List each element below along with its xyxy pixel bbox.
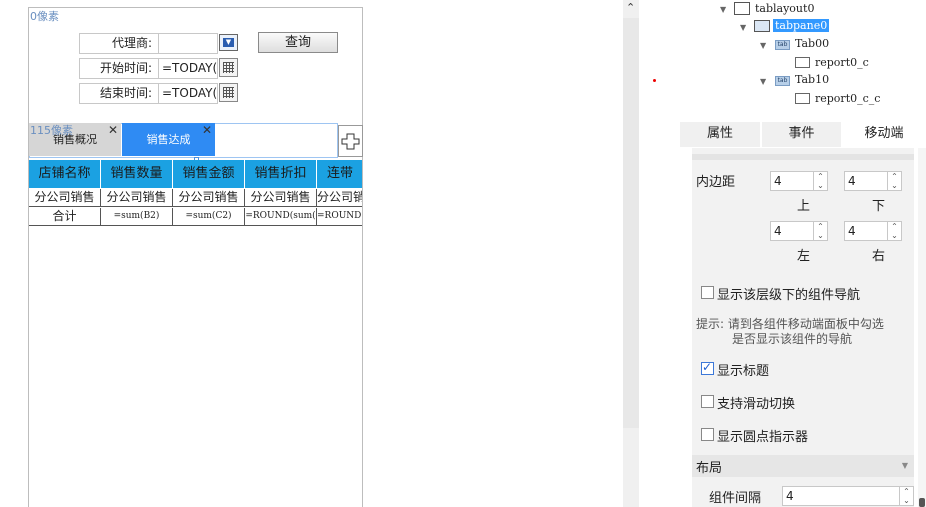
chevron-down-icon[interactable]: ▼: [902, 461, 908, 470]
calendar-icon[interactable]: [219, 83, 238, 102]
table-header: 销售数量: [101, 160, 173, 188]
error-dot: [653, 79, 656, 82]
show-title-checkbox[interactable]: [701, 360, 714, 375]
spin-value: 4: [786, 489, 794, 503]
layout-section-title: 布局: [696, 461, 723, 476]
table-cell[interactable]: =ROUND(: [317, 208, 362, 226]
dots-checkbox[interactable]: [701, 428, 714, 441]
spinner-arrows-icon[interactable]: ⌃ ⌄: [813, 222, 827, 240]
add-tab-button[interactable]: [338, 125, 363, 157]
table-header: 店铺名称: [29, 160, 101, 188]
spinner-arrows-icon[interactable]: ⌃ ⌄: [813, 172, 827, 190]
tab-mobile[interactable]: 移动端: [843, 122, 926, 147]
close-icon[interactable]: ✕: [202, 114, 212, 147]
table-cell[interactable]: =sum(C2): [173, 208, 245, 226]
tree-item-tab10[interactable]: Tab10: [795, 73, 829, 86]
spinner-arrows-icon[interactable]: ⌃ ⌄: [899, 487, 913, 505]
panel-scroll-thumb[interactable]: [919, 498, 925, 507]
padding-label: 内边距: [696, 175, 736, 190]
padding-bottom-caption: 下: [872, 199, 886, 214]
dots-label: 显示圆点指示器: [717, 430, 809, 445]
table-header: 销售折扣: [245, 160, 317, 188]
chevron-down-icon[interactable]: ▼: [760, 77, 766, 86]
padding-top-input[interactable]: 4 ⌃ ⌄: [770, 171, 828, 191]
tab-icon: tab: [775, 40, 790, 50]
report-icon: [795, 57, 810, 68]
panel-gap: [639, 0, 680, 507]
tree-item-report0-c[interactable]: report0_c: [815, 56, 869, 69]
close-icon[interactable]: ✕: [108, 114, 118, 147]
report-icon: [795, 93, 810, 104]
chevron-down-icon[interactable]: ▼: [720, 5, 726, 14]
tab-sales-achievement[interactable]: 销售达成 ✕: [122, 123, 215, 156]
settings-top-divider: [692, 154, 914, 160]
gap-label: 组件间隔: [709, 491, 762, 506]
tab-label: 销售达成: [146, 133, 191, 146]
table-header: 连带: [317, 160, 362, 188]
spinner-arrows-icon[interactable]: ⌃ ⌄: [887, 222, 901, 240]
start-time-label: 开始时间:: [79, 58, 159, 79]
tab-events[interactable]: 事件: [762, 122, 842, 147]
swipe-label: 支持滑动切换: [717, 397, 796, 412]
gap-input[interactable]: 4 ⌃ ⌄: [782, 486, 914, 506]
padding-bottom-input[interactable]: 4 ⌃ ⌄: [844, 171, 902, 191]
table-cell[interactable]: 分公司销售: [101, 189, 173, 207]
start-time-input[interactable]: =TODAY(: [158, 58, 218, 79]
spinner-arrows-icon[interactable]: ⌃ ⌄: [887, 172, 901, 190]
padding-left-caption: 左: [797, 249, 811, 264]
chevron-down-icon: ▼: [223, 38, 234, 47]
tree-item-tablayout0[interactable]: tablayout0: [755, 2, 814, 15]
show-nav-label: 显示该层级下的组件导航: [717, 288, 861, 303]
vertical-scrollbar[interactable]: ⌃: [623, 0, 639, 507]
plus-icon: [341, 133, 360, 150]
tablayout-icon: [734, 2, 750, 15]
table-header: 销售金额: [173, 160, 245, 188]
table-cell[interactable]: 分公司销售: [29, 189, 101, 207]
properties-panel: ▼ tablayout0 ▼ tabpane0 ▼ tab Tab00 repo…: [680, 0, 926, 507]
padding-right-input[interactable]: 4 ⌃ ⌄: [844, 221, 902, 241]
end-time-label: 结束时间:: [79, 83, 159, 104]
agent-label: 代理商:: [79, 33, 159, 54]
table-cell[interactable]: 分公司销售: [173, 189, 245, 207]
hint-line-1: 提示: 请到各组件移动端面板中勾选: [696, 317, 884, 331]
spin-value: 4: [774, 224, 782, 238]
padding-right-caption: 右: [872, 249, 886, 264]
chevron-down-icon[interactable]: ▼: [740, 23, 746, 32]
tabs-pixel-label: 115像素: [30, 124, 73, 137]
table-cell[interactable]: 分公司销: [317, 189, 362, 207]
agent-dropdown[interactable]: ▼: [219, 34, 238, 51]
tree-item-tabpane0[interactable]: tabpane0: [773, 19, 830, 32]
padding-left-input[interactable]: 4 ⌃ ⌄: [770, 221, 828, 241]
spin-value: 4: [774, 174, 782, 188]
mobile-preview-frame[interactable]: 0像素 代理商: ▼ 查询 开始时间: =TODAY( 结束时间: =TODAY…: [28, 7, 363, 507]
layout-section-header[interactable]: 布局 ▼: [692, 455, 914, 477]
chevron-down-icon[interactable]: ▼: [760, 41, 766, 50]
tabpane-icon: [754, 20, 770, 32]
end-time-input[interactable]: =TODAY(: [158, 83, 218, 104]
table-cell[interactable]: =ROUND(sum(: [245, 208, 317, 226]
table-cell[interactable]: 分公司销售: [245, 189, 317, 207]
swipe-checkbox[interactable]: [701, 395, 714, 408]
tab-properties[interactable]: 属性: [680, 122, 761, 147]
panel-scrollbar[interactable]: [918, 148, 926, 507]
scroll-track[interactable]: [623, 18, 639, 428]
calendar-icon[interactable]: [219, 58, 238, 77]
tree-item-report0-c-c[interactable]: report0_c_c: [815, 92, 880, 105]
padding-top-caption: 上: [797, 199, 811, 214]
spin-value: 4: [848, 224, 856, 238]
tab-icon: tab: [775, 76, 790, 86]
scroll-up-icon[interactable]: ⌃: [626, 1, 635, 14]
query-button[interactable]: 查询: [258, 32, 338, 53]
agent-input[interactable]: [158, 33, 218, 54]
table-cell[interactable]: =sum(B2): [101, 208, 173, 226]
spin-value: 4: [848, 174, 856, 188]
show-nav-checkbox[interactable]: [701, 286, 714, 299]
show-title-label: 显示标题: [717, 364, 770, 379]
hint-line-2: 是否显示该组件的导航: [732, 332, 853, 346]
table-cell[interactable]: 合计: [29, 208, 101, 226]
top-pixel-label: 0像素: [30, 10, 59, 23]
design-canvas[interactable]: 0像素 代理商: ▼ 查询 开始时间: =TODAY( 结束时间: =TODAY…: [0, 0, 623, 507]
tree-item-tab00[interactable]: Tab00: [795, 37, 829, 50]
